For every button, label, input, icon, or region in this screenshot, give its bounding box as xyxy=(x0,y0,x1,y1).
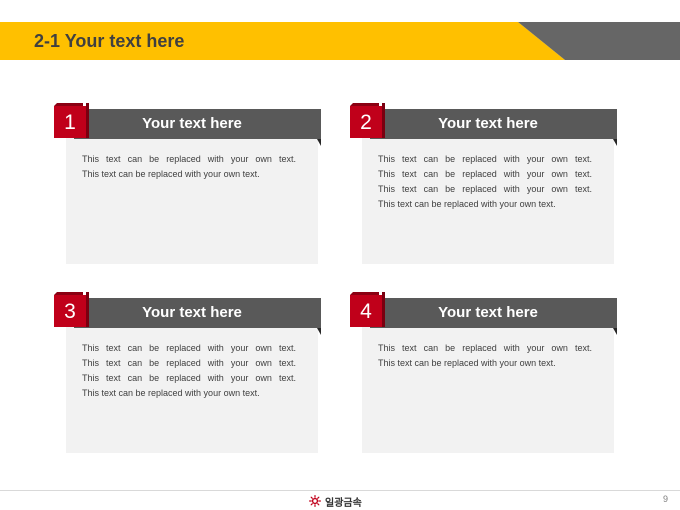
card-text-line: This text can be replaced with your own … xyxy=(82,154,296,164)
card-header-fold xyxy=(613,328,617,335)
sun-logo-icon xyxy=(309,495,321,507)
card-title: Your text here xyxy=(142,304,242,321)
card-header-fold xyxy=(317,328,321,335)
card-number: 3 xyxy=(54,292,89,327)
card-text-line: This text can be replaced with your own … xyxy=(378,169,592,179)
card-text-line: This text can be replaced with your own … xyxy=(378,358,556,368)
card-text-line: This text can be replaced with your own … xyxy=(378,154,592,164)
footer-divider xyxy=(0,490,680,491)
card-header-fold xyxy=(613,139,617,146)
card-text-line: This text can be replaced with your own … xyxy=(82,358,296,368)
card-text-line: This text can be replaced with your own … xyxy=(378,184,592,194)
card-text-line: This text can be replaced with your own … xyxy=(82,373,296,383)
card-number: 1 xyxy=(54,103,89,138)
card-4: Your text here 4 This text can be replac… xyxy=(350,292,620,455)
page-number: 9 xyxy=(662,494,668,504)
card-text-line: This text can be replaced with your own … xyxy=(82,388,260,398)
card-number: 2 xyxy=(350,103,385,138)
page-title: 2-1 Your text here xyxy=(34,31,185,51)
company-logo: 일광금속 xyxy=(309,493,362,509)
card-header-fold xyxy=(317,139,321,146)
card-title: Your text here xyxy=(142,115,242,132)
card-1: Your text here 1 This text can be replac… xyxy=(54,103,324,266)
card-3: Your text here 3 This text can be replac… xyxy=(54,292,324,455)
card-text-line: This text can be replaced with your own … xyxy=(82,169,260,179)
card-text-line: This text can be replaced with your own … xyxy=(378,199,556,209)
card-2: Your text here 2 This text can be replac… xyxy=(350,103,620,266)
title-band: 2-1 Your text here xyxy=(0,22,680,60)
card-number: 4 xyxy=(350,292,385,327)
card-title: Your text here xyxy=(438,304,538,321)
card-text: This text can be replaced with your own … xyxy=(82,341,296,401)
card-text: This text can be replaced with your own … xyxy=(82,152,296,182)
card-title: Your text here xyxy=(438,115,538,132)
logo-text: 일광금속 xyxy=(325,497,362,509)
card-text-line: This text can be replaced with your own … xyxy=(378,343,592,353)
card-text: This text can be replaced with your own … xyxy=(378,152,592,212)
card-text: This text can be replaced with your own … xyxy=(378,341,592,371)
card-text-line: This text can be replaced with your own … xyxy=(82,343,296,353)
